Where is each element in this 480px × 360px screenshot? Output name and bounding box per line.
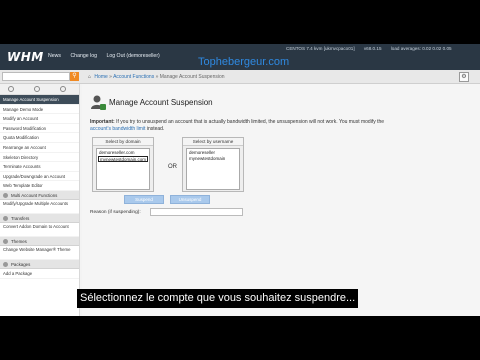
help-icon[interactable]: ⚙ xyxy=(459,72,469,82)
user-suspend-icon xyxy=(91,95,106,110)
sidebar-item-password-modification[interactable]: Password Modification xyxy=(0,124,79,134)
brand-watermark: Tophebergeur.com xyxy=(198,56,290,68)
sidebar-section-packages[interactable]: Packages xyxy=(0,259,79,269)
breadcrumb-current: Manage Account Suspension xyxy=(159,74,225,80)
change-log-link[interactable]: Change log xyxy=(70,53,97,59)
select-by-username-panel: Select by username demoreseller mynewtes… xyxy=(182,137,244,192)
sidebar-item-upgrade-downgrade[interactable]: Upgrade/Downgrade an Account xyxy=(0,172,79,182)
sidebar-item-terminate-accounts[interactable]: Terminate Accounts xyxy=(0,162,79,172)
sidebar-item-change-theme[interactable]: Change Website Manager® Theme xyxy=(0,246,79,260)
sidebar-section-themes[interactable]: Themes xyxy=(0,236,79,246)
collapse-icon[interactable] xyxy=(8,86,14,92)
search-input[interactable] xyxy=(2,72,70,81)
sidebar-section-label: Packages xyxy=(11,261,31,267)
unsuspend-button[interactable]: Unsuspend xyxy=(170,195,210,204)
expand-icon[interactable] xyxy=(60,86,66,92)
sidebar-item-quota-modification[interactable]: Quota Modification xyxy=(0,133,79,143)
whm-top-bar: WHM News Change log Log Out (demoreselle… xyxy=(0,44,480,70)
whm-logo: WHM xyxy=(7,50,44,64)
reason-label: Reason (if suspending): xyxy=(90,210,141,215)
sidebar-section-multi-account[interactable]: Multi Account Functions xyxy=(0,190,79,200)
or-label: OR xyxy=(168,164,177,170)
sidebar-controls xyxy=(0,84,79,95)
os-info: CENTOS 7.4 kvm [ukmvcpaco01] xyxy=(286,46,355,51)
domain-option-selected[interactable]: mynewtestdomain.com xyxy=(98,156,148,162)
select-by-domain-header: Select by domain xyxy=(93,138,153,146)
bandwidth-limit-link[interactable]: account's bandwidth limit xyxy=(90,126,145,132)
select-by-username-header: Select by username xyxy=(183,138,243,146)
suspend-button[interactable]: Suspend xyxy=(124,195,164,204)
breadcrumb: ⌂ Home » Account Functions » Manage Acco… xyxy=(88,74,225,80)
sidebar-item-manage-demo-mode[interactable]: Manage Demo Mode xyxy=(0,105,79,115)
transfers-icon xyxy=(3,216,8,222)
important-note: Important: If you try to unsuspend an ac… xyxy=(90,119,390,133)
sidebar-section-label: Transfers xyxy=(11,215,30,221)
sub-bar: ⚲ ⌂ Home » Account Functions » Manage Ac… xyxy=(0,70,480,84)
username-listbox[interactable]: demoreseller mynewtestdomain xyxy=(186,148,240,190)
load-averages: load averages: 0.02 0.02 0.05 xyxy=(390,46,452,51)
video-frame: WHM News Change log Log Out (demoreselle… xyxy=(0,44,480,316)
select-by-domain-panel: Select by domain demoreseller.com mynewt… xyxy=(92,137,154,192)
note-end: instead. xyxy=(146,126,165,132)
system-info: CENTOS 7.4 kvm [ukmvcpaco01] v68.0.15 lo… xyxy=(286,46,460,51)
sidebar-item-modify-multiple[interactable]: Modify/Upgrade Multiple Accounts xyxy=(0,200,79,214)
video-subtitle: Sélectionnez le compte que vous souhaite… xyxy=(77,289,359,308)
page-title: Manage Account Suspension xyxy=(109,98,213,107)
logout-link[interactable]: Log Out (demoreseller) xyxy=(106,53,159,59)
sidebar-item-convert-addon[interactable]: Convert Addon Domain to Account xyxy=(0,223,79,237)
username-option[interactable]: mynewtestdomain xyxy=(188,156,238,162)
breadcrumb-account-functions[interactable]: Account Functions xyxy=(113,74,154,80)
sidebar-section-label: Multi Account Functions xyxy=(11,192,58,198)
search-icon[interactable]: ⚲ xyxy=(70,72,79,81)
sidebar-item-modify-account[interactable]: Modify an Account xyxy=(0,114,79,124)
themes-icon xyxy=(3,239,8,245)
sidebar: Manage Account Suspension Manage Demo Mo… xyxy=(0,84,80,316)
home-icon[interactable]: ⌂ xyxy=(88,74,91,80)
note-text: If you try to unsuspend an account that … xyxy=(116,119,385,125)
sidebar-item-rearrange-account[interactable]: Rearrange an Account xyxy=(0,143,79,153)
sidebar-item-add-package[interactable]: Add a Package xyxy=(0,269,79,279)
news-link[interactable]: News xyxy=(48,53,61,59)
sidebar-section-label: Themes xyxy=(11,238,27,244)
sidebar-item-manage-account-suspension[interactable]: Manage Account Suspension xyxy=(0,95,79,105)
version-info: v68.0.15 xyxy=(363,46,382,51)
breadcrumb-home[interactable]: Home xyxy=(94,74,107,80)
note-important-label: Important: xyxy=(90,119,115,125)
multi-account-icon xyxy=(3,193,8,199)
sidebar-item-web-template-editor[interactable]: Web Template Editor xyxy=(0,181,79,191)
top-nav: News Change log Log Out (demoreseller) xyxy=(48,53,168,59)
toggle-icon[interactable] xyxy=(34,86,40,92)
sidebar-section-transfers[interactable]: Transfers xyxy=(0,213,79,223)
reason-input[interactable] xyxy=(150,208,243,216)
sidebar-item-skeleton-directory[interactable]: Skeleton Directory xyxy=(0,153,79,163)
packages-icon xyxy=(3,262,8,268)
domain-listbox[interactable]: demoreseller.com mynewtestdomain.com xyxy=(96,148,150,190)
